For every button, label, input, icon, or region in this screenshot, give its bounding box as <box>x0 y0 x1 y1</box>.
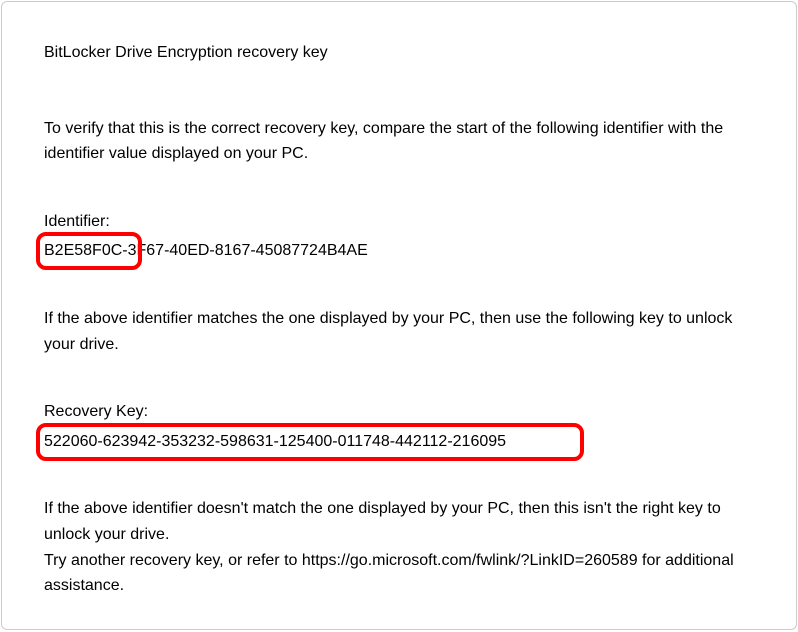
intro-text: To verify that this is the correct recov… <box>44 116 754 167</box>
document-body: BitLocker Drive Encryption recovery key … <box>1 1 797 630</box>
match-instruction: If the above identifier matches the one … <box>44 306 754 357</box>
identifier-block: B2E58F0C-3F67-40ED-8167-45087724B4AE <box>44 238 754 264</box>
identifier-value: B2E58F0C-3F67-40ED-8167-45087724B4AE <box>44 238 368 264</box>
recovery-key-label: Recovery Key: <box>44 399 754 425</box>
recovery-key-block: 522060-623942-353232-598631-125400-01174… <box>44 429 754 455</box>
no-match-text: If the above identifier doesn't match th… <box>44 496 754 547</box>
identifier-label: Identifier: <box>44 209 754 235</box>
recovery-key-value: 522060-623942-353232-598631-125400-01174… <box>44 429 506 455</box>
help-text: Try another recovery key, or refer to ht… <box>44 548 754 599</box>
document-title: BitLocker Drive Encryption recovery key <box>44 40 754 66</box>
